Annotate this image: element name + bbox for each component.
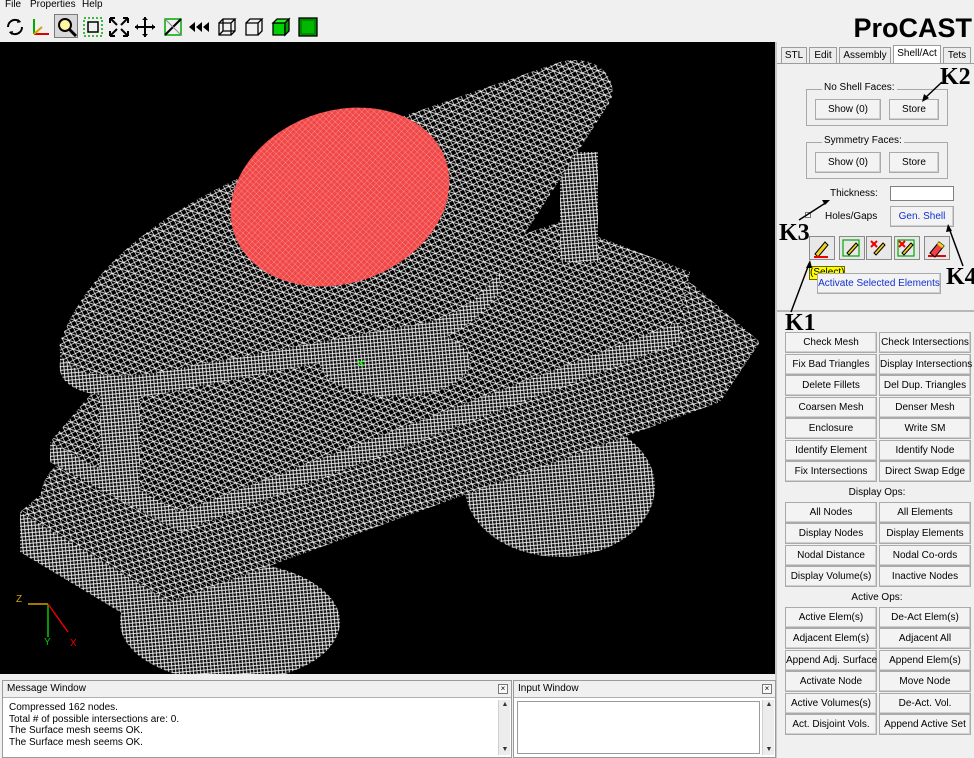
act-disjoint-vols-button[interactable]: Act. Disjoint Vols.: [785, 714, 877, 735]
zoom-box-icon[interactable]: [80, 14, 104, 38]
message-window: Message Window × Compressed 162 nodes. T…: [2, 680, 512, 758]
menu-file[interactable]: File: [5, 0, 21, 10]
input-scrollbar[interactable]: ▲ ▼: [762, 700, 774, 755]
denser-mesh-button[interactable]: Denser Mesh: [879, 396, 971, 418]
message-line: Total # of possible intersections are: 0…: [9, 713, 180, 725]
fix-intersections-button[interactable]: Fix Intersections: [785, 461, 877, 482]
direct-swap-edge-button[interactable]: Direct Swap Edge: [879, 461, 971, 482]
adjacent-elem-s-button[interactable]: Adjacent Elem(s): [785, 628, 877, 649]
message-scrollbar[interactable]: ▲ ▼: [498, 700, 510, 755]
fit-icon[interactable]: [106, 14, 130, 38]
slice-icon[interactable]: [160, 14, 184, 38]
active-volumes-s-button[interactable]: Active Volumes(s): [785, 692, 877, 714]
shaded-box-icon[interactable]: [295, 14, 319, 38]
wireframe-box-icon[interactable]: [214, 14, 238, 38]
message-line: Compressed 162 nodes.: [9, 702, 118, 713]
message-log: Compressed 162 nodes. Total # of possibl…: [9, 702, 179, 748]
all-elements-button[interactable]: All Elements: [879, 501, 971, 523]
input-window: Input Window × ▲ ▼: [513, 680, 776, 758]
axis-z-label: Z: [16, 594, 22, 605]
nodal-distance-button[interactable]: Nodal Distance: [785, 544, 877, 566]
active-elem-s-button[interactable]: Active Elem(s): [785, 606, 877, 628]
axis-x-label: X: [70, 638, 77, 649]
annotation-arrows: [790, 81, 964, 313]
display-intersections-button[interactable]: Display Intersections: [879, 353, 972, 375]
display-nodes-button[interactable]: Display Nodes: [785, 523, 877, 544]
menu-help[interactable]: Help: [82, 0, 103, 10]
display-elements-button[interactable]: Display Elements: [879, 523, 971, 544]
menu-properties[interactable]: Properties: [30, 0, 76, 10]
identify-node-button[interactable]: Identify Node: [879, 439, 971, 461]
message-line: The Surface mesh seems OK.: [9, 736, 143, 748]
mesh-viewport[interactable]: Z Y X: [0, 42, 775, 674]
display-volume-s-button[interactable]: Display Volume(s): [785, 566, 877, 587]
message-window-title: Message Window: [3, 681, 511, 698]
delete-fillets-button[interactable]: Delete Fillets: [785, 375, 877, 396]
menu-bar: File Properties Help: [0, 0, 974, 12]
nodal-co-ords-button[interactable]: Nodal Co-ords: [879, 544, 971, 566]
pan-icon[interactable]: [132, 14, 156, 38]
de-act-vol-button[interactable]: De-Act. Vol.: [879, 692, 971, 714]
axis-y-label: Y: [44, 637, 51, 648]
fix-bad-triangles-button[interactable]: Fix Bad Triangles: [785, 353, 877, 375]
append-elem-s-button[interactable]: Append Elem(s): [879, 649, 971, 671]
coarsen-mesh-button[interactable]: Coarsen Mesh: [785, 396, 877, 418]
append-adj-surface-button[interactable]: Append Adj. Surface: [785, 649, 877, 671]
toolbar: ProCAST: [0, 12, 974, 43]
rotate-icon[interactable]: [2, 14, 26, 38]
rewind-icon[interactable]: [186, 14, 210, 38]
activate-node-button[interactable]: Activate Node: [785, 671, 877, 692]
check-mesh-button[interactable]: Check Mesh: [785, 332, 877, 353]
adjacent-all-button[interactable]: Adjacent All: [879, 628, 971, 649]
de-act-elem-s-button[interactable]: De-Act Elem(s): [879, 606, 971, 628]
message-line: The Surface mesh seems OK.: [9, 725, 143, 736]
hidden-box-icon[interactable]: [241, 14, 265, 38]
check-intersections-button[interactable]: Check Intersections: [879, 332, 971, 353]
input-window-close-icon[interactable]: ×: [762, 684, 772, 694]
input-window-title: Input Window: [514, 681, 775, 698]
brand-logo: ProCAST: [853, 13, 972, 43]
message-window-close-icon[interactable]: ×: [498, 684, 508, 694]
active-ops-title: Active Ops:: [851, 591, 903, 603]
identify-element-button[interactable]: Identify Element: [785, 439, 877, 461]
right-panel: STL Edit Assembly Shell/Act Tets No Shel…: [775, 42, 974, 758]
del-dup-triangles-button[interactable]: Del Dup. Triangles: [879, 375, 971, 396]
axis-triad: Z Y X: [16, 594, 77, 649]
solid-box-icon[interactable]: [268, 14, 292, 38]
append-active-set-button[interactable]: Append Active Set: [879, 714, 971, 735]
input-field[interactable]: [517, 701, 760, 754]
move-node-button[interactable]: Move Node: [879, 671, 971, 692]
inactive-nodes-button[interactable]: Inactive Nodes: [879, 566, 971, 587]
enclosure-button[interactable]: Enclosure: [785, 418, 877, 439]
zoom-icon[interactable]: [54, 14, 78, 38]
axes-icon[interactable]: [28, 14, 52, 38]
write-sm-button[interactable]: Write SM: [879, 418, 971, 439]
all-nodes-button[interactable]: All Nodes: [785, 501, 877, 523]
display-ops-title: Display Ops:: [848, 486, 906, 498]
